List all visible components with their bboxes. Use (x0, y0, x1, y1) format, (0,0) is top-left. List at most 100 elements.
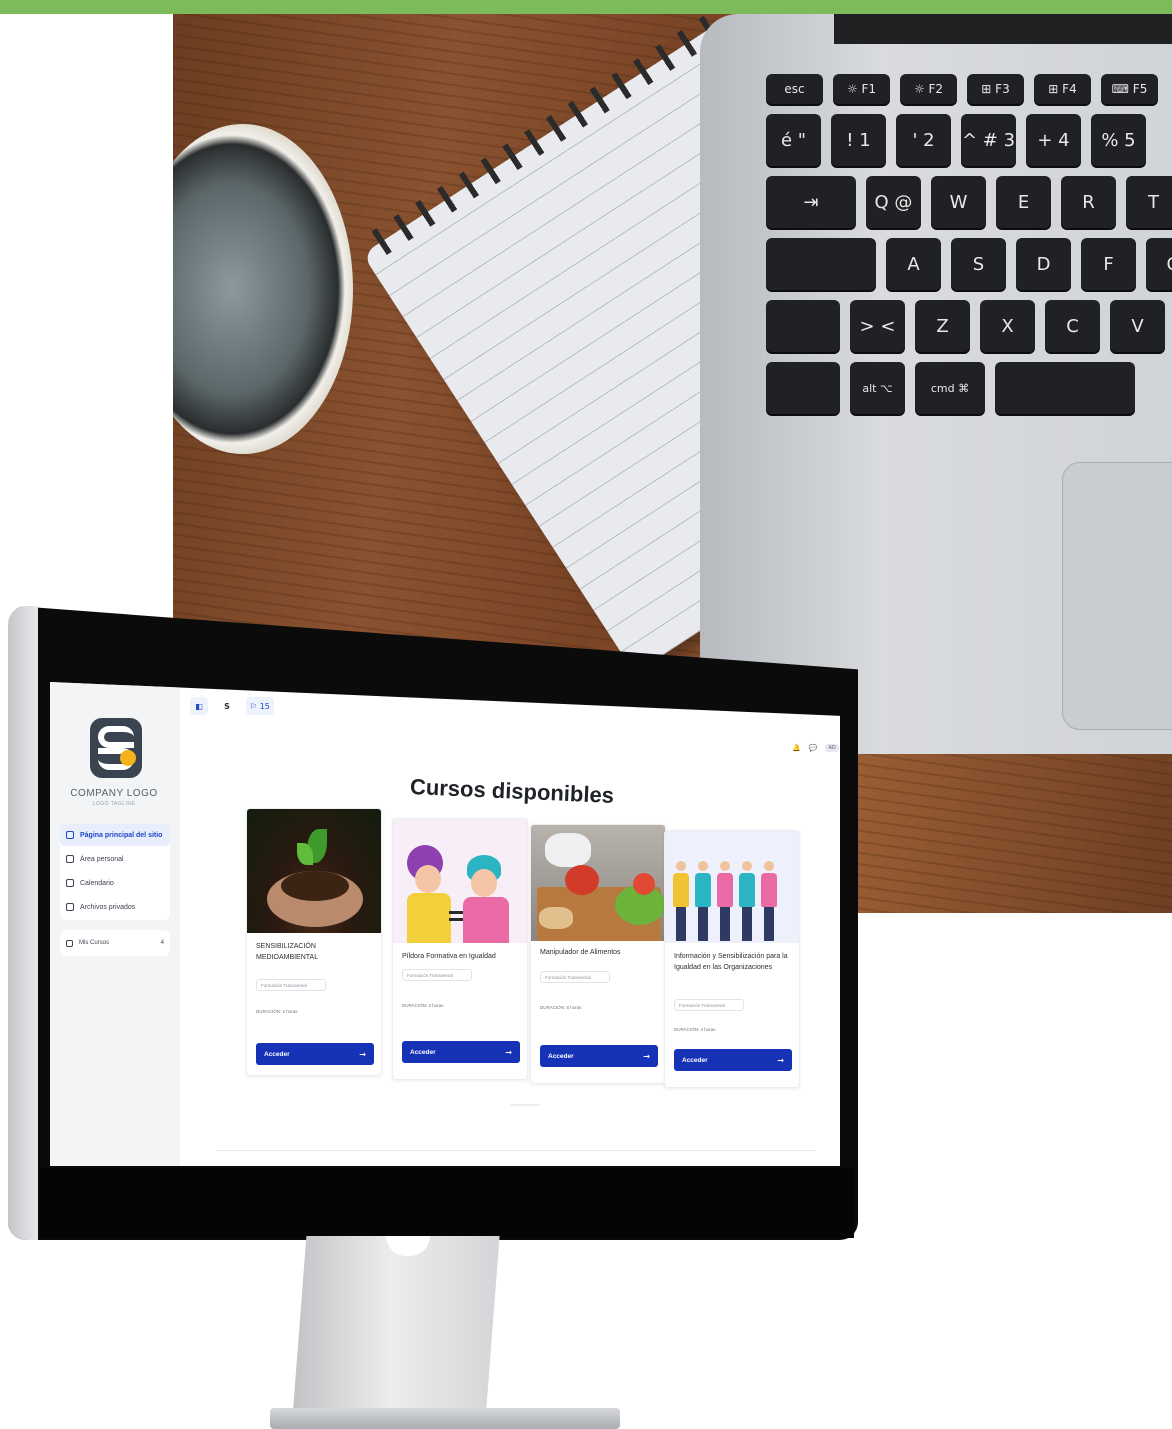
course-category-badge: Formación Transversal (674, 999, 744, 1011)
carousel-indicator[interactable] (510, 1104, 540, 1106)
footer-divider (216, 1150, 816, 1151)
sidebar-item-my-courses[interactable]: Mis Cursos 4 (60, 930, 170, 956)
laptop-keyboard: esc ☼ F1 ☼ F2 ⊞ F3 ⊞ F4 ⌨ F5 é " ! 1 ' 2… (766, 74, 1172, 424)
sidebar-item-home[interactable]: Página principal del sitio (60, 824, 170, 846)
lms-screen: COMPANY LOGO LOGO TAGLINE Página princip… (50, 682, 840, 1166)
key-angle: > < (850, 300, 905, 352)
notification-bell-icon[interactable]: 🔔 (792, 744, 801, 752)
key-esc: esc (766, 74, 823, 104)
promo-image: esc ☼ F1 ☼ F2 ⊞ F3 ⊞ F4 ⌨ F5 é " ! 1 ' 2… (0, 0, 1172, 1429)
key-space (995, 362, 1135, 414)
logo-tagline: LOGO TAGLINE (92, 801, 136, 807)
course-title[interactable]: Píldora Formativa en Igualdad (402, 951, 520, 962)
course-duration: DURACIÓN: 4 horas (674, 1027, 716, 1032)
flag-icon[interactable]: ⚐ 15 (246, 697, 274, 715)
my-courses-label: Mis Cursos (79, 940, 110, 946)
button-label: Acceder (264, 1050, 290, 1058)
course-duration: DURACIÓN: 8 horas (540, 1005, 582, 1010)
home-icon (66, 831, 74, 839)
logo-mark-icon (90, 718, 142, 778)
user-tools: 🔔 💬 AD (792, 744, 839, 752)
key-f4: ⊞ F4 (1034, 74, 1091, 104)
company-logo[interactable]: COMPANY LOGO LOGO TAGLINE (64, 700, 164, 820)
sidebar-item-label: Página principal del sitio (80, 831, 163, 839)
top-green-band (0, 0, 1172, 14)
course-title[interactable]: Información y Sensibilización para la Ig… (674, 951, 792, 973)
sidebar-item-private-files[interactable]: Archivos privados (60, 896, 170, 918)
messages-icon[interactable]: 💬 (809, 744, 818, 752)
key-v: V (1110, 300, 1165, 352)
key-q: Q @ (866, 176, 921, 228)
sidebar-item-label: Archivos privados (80, 903, 136, 911)
monitor-stand (292, 1236, 500, 1416)
laptop-hinge (834, 14, 1172, 44)
sidebar-item-dashboard[interactable]: Área personal (60, 848, 170, 870)
arrow-right-icon: → (505, 1047, 512, 1057)
site-home-icon[interactable]: S (218, 697, 236, 715)
course-category-badge: Formación Transversal (256, 979, 326, 991)
key-f3: ⊞ F3 (967, 74, 1024, 104)
monitor-chin (40, 1168, 854, 1238)
course-image (393, 819, 527, 943)
access-course-button[interactable]: Acceder → (256, 1043, 374, 1065)
access-course-button[interactable]: Acceder → (674, 1049, 792, 1071)
key-e-accent: é " (766, 114, 821, 166)
course-card[interactable]: Información y Sensibilización para la Ig… (664, 830, 800, 1088)
user-avatar[interactable]: AD (825, 744, 839, 752)
course-title[interactable]: Manipulador de Alimentos (540, 947, 658, 958)
course-duration: DURACIÓN: 2 horas (402, 1003, 444, 1008)
key-f: F (1081, 238, 1136, 290)
key-4: + 4 (1026, 114, 1081, 166)
key-c: C (1045, 300, 1100, 352)
sidebar: COMPANY LOGO LOGO TAGLINE Página princip… (50, 682, 180, 1166)
key-t: T (1126, 176, 1172, 228)
key-5: % 5 (1091, 114, 1146, 166)
sidebar-nav: Página principal del sitio Área personal… (60, 824, 170, 920)
sidebar-item-label: Calendario (80, 879, 114, 887)
key-w: W (931, 176, 986, 228)
key-e: E (996, 176, 1051, 228)
dashboard-icon (66, 855, 74, 863)
key-shift (766, 300, 840, 352)
course-list: SENSIBILIZACIÓN MEDIOAMBIENTAL Formación… (246, 808, 800, 1088)
button-label: Acceder (682, 1056, 708, 1064)
key-cmd: cmd ⌘ (915, 362, 985, 414)
key-r: R (1061, 176, 1116, 228)
laptop: esc ☼ F1 ☼ F2 ⊞ F3 ⊞ F4 ⌨ F5 é " ! 1 ' 2… (700, 14, 1172, 754)
key-s: S (951, 238, 1006, 290)
key-a: A (886, 238, 941, 290)
key-caps (766, 238, 876, 290)
course-title[interactable]: SENSIBILIZACIÓN MEDIOAMBIENTAL (256, 941, 374, 963)
course-image (531, 825, 665, 941)
key-x: X (980, 300, 1035, 352)
button-label: Acceder (410, 1048, 436, 1056)
arrow-right-icon: → (643, 1051, 650, 1061)
file-icon (66, 903, 74, 911)
arrow-right-icon: → (777, 1055, 784, 1065)
sidebar-item-calendar[interactable]: Calendario (60, 872, 170, 894)
key-2: ' 2 (896, 114, 951, 166)
key-z: Z (915, 300, 970, 352)
access-course-button[interactable]: Acceder → (540, 1045, 658, 1067)
courses-icon (66, 939, 73, 947)
key-g: G (1146, 238, 1172, 290)
arrow-right-icon: → (359, 1049, 366, 1059)
key-alt: alt ⌥ (850, 362, 905, 414)
course-image (665, 831, 799, 943)
key-f5: ⌨ F5 (1101, 74, 1158, 104)
course-card[interactable]: SENSIBILIZACIÓN MEDIOAMBIENTAL Formación… (246, 808, 382, 1076)
course-card[interactable]: Manipulador de Alimentos Formación Trans… (530, 824, 666, 1084)
page-title: Cursos disponibles (409, 774, 615, 808)
logo-text: COMPANY LOGO (70, 788, 158, 799)
sidebar-toggle-icon[interactable]: ◧ (190, 697, 208, 715)
key-1: ! 1 (831, 114, 886, 166)
monitor-stand-base (270, 1408, 620, 1429)
course-image (247, 809, 381, 933)
access-course-button[interactable]: Acceder → (402, 1041, 520, 1063)
my-courses-count: 4 (160, 940, 164, 946)
monitor-edge (8, 606, 38, 1240)
course-category-badge: Formación Transversal (540, 971, 610, 983)
key-f2: ☼ F2 (900, 74, 957, 104)
key-f1: ☼ F1 (833, 74, 890, 104)
course-card[interactable]: Píldora Formativa en Igualdad Formación … (392, 818, 528, 1080)
